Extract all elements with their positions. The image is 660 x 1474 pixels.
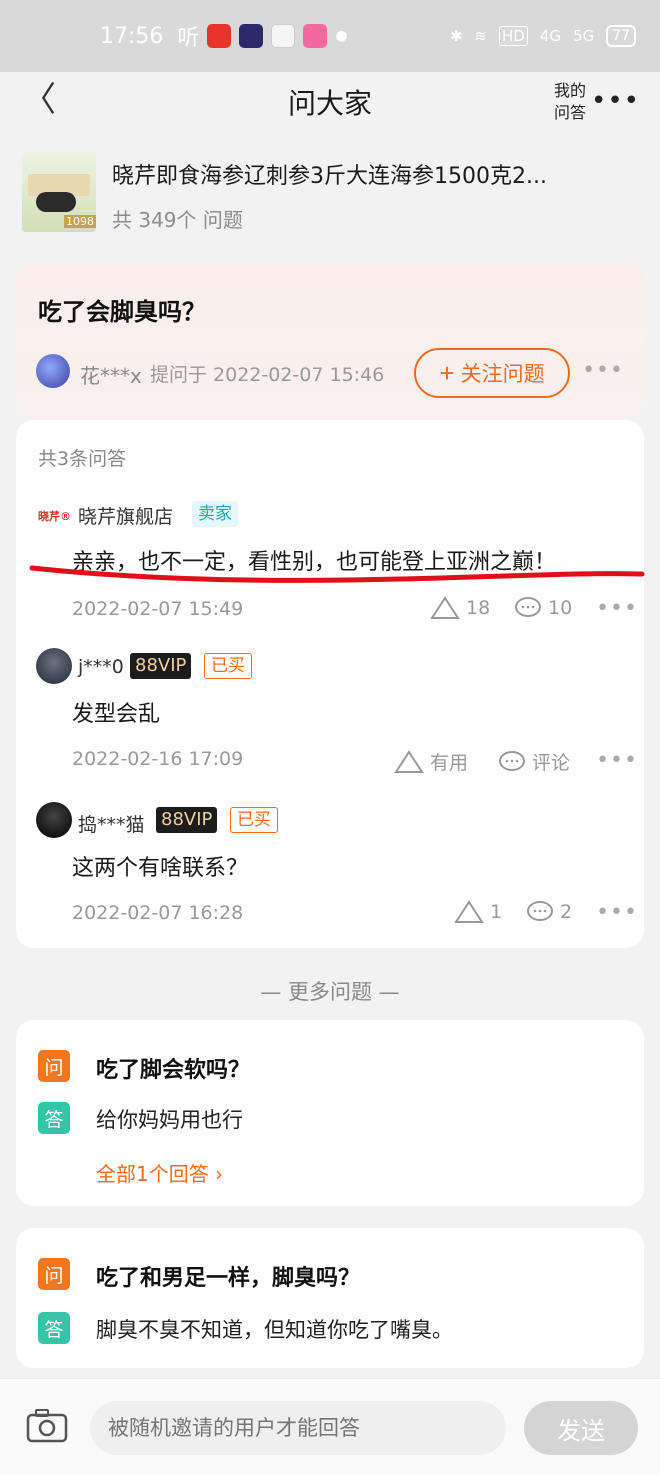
answer-avatar xyxy=(36,648,72,684)
question-icon: 问 xyxy=(38,1050,70,1082)
answer-time: 2022-02-07 16:28 xyxy=(72,902,244,924)
question-card: 吃了会脚臭吗？ 花***x 提问于 2022-02-07 15:46 + 关注问… xyxy=(16,262,644,418)
m-app-icon xyxy=(271,24,296,48)
question-more-icon[interactable]: ••• xyxy=(582,358,624,383)
status-time: 17:56 xyxy=(100,23,164,49)
product-thumbnail: 1098 xyxy=(22,152,96,232)
send-button[interactable]: 发送 xyxy=(524,1401,638,1455)
more-menu-icon[interactable]: ••• xyxy=(591,86,640,116)
answer-icon: 答 xyxy=(38,1102,70,1134)
comment-icon xyxy=(527,901,553,921)
comment-icon xyxy=(499,750,525,771)
notification-icons: 听 ● xyxy=(177,20,348,52)
related-answer: 给你妈妈用也行 xyxy=(96,1108,243,1132)
related-question-card[interactable]: 问 吃了和男足一样，脚臭吗？ 答 脚臭不臭不知道，但知道你吃了嘴臭。 xyxy=(16,1228,644,1368)
seller-badge: 卖家 xyxy=(192,501,238,527)
related-question-card[interactable]: 问 吃了脚会软吗？ 答 给你妈妈用也行 全部1个回答 › xyxy=(16,1020,644,1206)
like-count: 1 xyxy=(490,901,503,923)
bought-badge: 已买 xyxy=(204,653,252,679)
comment-label: 评论 xyxy=(532,752,571,774)
like-label: 有用 xyxy=(430,752,469,774)
answer-input[interactable] xyxy=(90,1401,506,1455)
bluetooth-icon: ✱ xyxy=(449,27,463,45)
camera-icon[interactable] xyxy=(26,1409,68,1443)
asker-avatar xyxy=(36,354,70,388)
answers-total: 共3条问答 xyxy=(38,448,127,470)
store-logo: 晓芹® xyxy=(38,510,71,523)
thumb-price-badge: 1098 xyxy=(64,215,96,228)
plus-icon: + xyxy=(439,358,455,388)
weibo-icon xyxy=(207,24,232,48)
signal-4g-icon: 4G xyxy=(539,27,561,45)
question-title: 吃了会脚臭吗？ xyxy=(38,298,206,326)
question-count: 共 349个 问题 xyxy=(112,208,243,232)
more-questions-title: — 更多问题 — xyxy=(260,980,400,1004)
comment-button[interactable]: 2 xyxy=(526,900,572,924)
my-qa-label-line2: 问答 xyxy=(553,103,586,122)
answer-user: 晓芹旗舰店 xyxy=(78,506,174,528)
vip-badge: 88VIP xyxy=(156,807,218,833)
listen-icon: 听 xyxy=(177,26,200,51)
all-answers-link[interactable]: 全部1个回答 › xyxy=(96,1158,223,1187)
answer-icon: 答 xyxy=(38,1312,70,1344)
related-question-title: 吃了和男足一样，脚臭吗？ xyxy=(96,1266,361,1291)
status-bar: 17:56 听 ● ✱ ≋ HD 4G 5G 77 xyxy=(0,0,660,72)
my-qa-label-line1: 我的 xyxy=(553,81,586,100)
triangle-like-icon xyxy=(454,900,484,923)
answer-user: j***0 xyxy=(78,656,124,678)
red-underline-annotation xyxy=(29,565,645,583)
bought-badge: 已买 xyxy=(230,807,278,833)
like-button[interactable]: 有用 xyxy=(394,748,468,775)
like-button[interactable]: 1 xyxy=(454,900,502,924)
my-qa-button[interactable]: 我的 问答 xyxy=(550,80,590,124)
comment-count: 10 xyxy=(548,597,573,619)
answer-more-icon[interactable]: ••• xyxy=(596,748,638,773)
product-name: 晓芹即食海参辽刺参3斤大连海参1500克2... xyxy=(112,164,547,189)
nav-header: 〈 问大家 我的 问答 ••• xyxy=(0,72,660,130)
hd-icon: HD xyxy=(498,26,528,46)
like-count: 18 xyxy=(466,597,491,619)
product-summary[interactable]: 1098 晓芹即食海参辽刺参3斤大连海参1500克2... 共 349个 问题 xyxy=(0,140,660,240)
related-answer: 脚臭不臭不知道，但知道你吃了嘴臭。 xyxy=(96,1318,453,1342)
answer-time: 2022-02-16 17:09 xyxy=(72,748,244,770)
answer-avatar xyxy=(36,802,72,838)
battery-icon: 77 xyxy=(606,25,636,47)
comment-count: 2 xyxy=(560,901,573,923)
triangle-like-icon xyxy=(394,749,424,773)
like-button[interactable]: 18 xyxy=(430,596,490,620)
answer-time: 2022-02-07 15:49 xyxy=(72,598,244,620)
answer-more-icon[interactable]: ••• xyxy=(596,596,638,621)
answer-text: 这两个有啥联系？ xyxy=(72,856,249,881)
related-question-title: 吃了脚会软吗？ xyxy=(96,1058,251,1083)
bilibili-icon xyxy=(303,24,328,48)
dot-icon: ● xyxy=(335,28,348,44)
video-app-icon xyxy=(239,24,264,48)
thumb-sea-cucumber xyxy=(36,192,76,212)
follow-question-button[interactable]: + 关注问题 xyxy=(414,348,570,398)
answer-user: 捣***猫 xyxy=(78,814,145,836)
question-icon: 问 xyxy=(38,1258,70,1290)
comment-button[interactable]: 评论 xyxy=(498,748,570,775)
asker-name: 花***x xyxy=(80,364,142,388)
asked-time: 提问于 2022-02-07 15:46 xyxy=(150,364,385,386)
answers-card: 共3条问答 晓芹® 晓芹旗舰店 卖家 亲亲，也不一定，看性别，也可能登上亚洲之巅… xyxy=(16,420,644,948)
answer-input-bar: 发送 xyxy=(0,1378,660,1474)
system-status: ✱ ≋ HD 4G 5G 77 xyxy=(450,25,636,47)
answer-more-icon[interactable]: ••• xyxy=(596,900,638,925)
triangle-like-icon xyxy=(430,596,460,619)
follow-label: 关注问题 xyxy=(460,363,545,386)
vip-badge: 88VIP xyxy=(130,653,192,679)
answer-text: 发型会乱 xyxy=(72,702,161,727)
signal-5g-icon: 5G xyxy=(573,27,595,45)
wifi-icon: ≋ xyxy=(474,27,487,45)
comment-button[interactable]: 10 xyxy=(514,596,572,620)
comment-icon xyxy=(515,597,541,617)
